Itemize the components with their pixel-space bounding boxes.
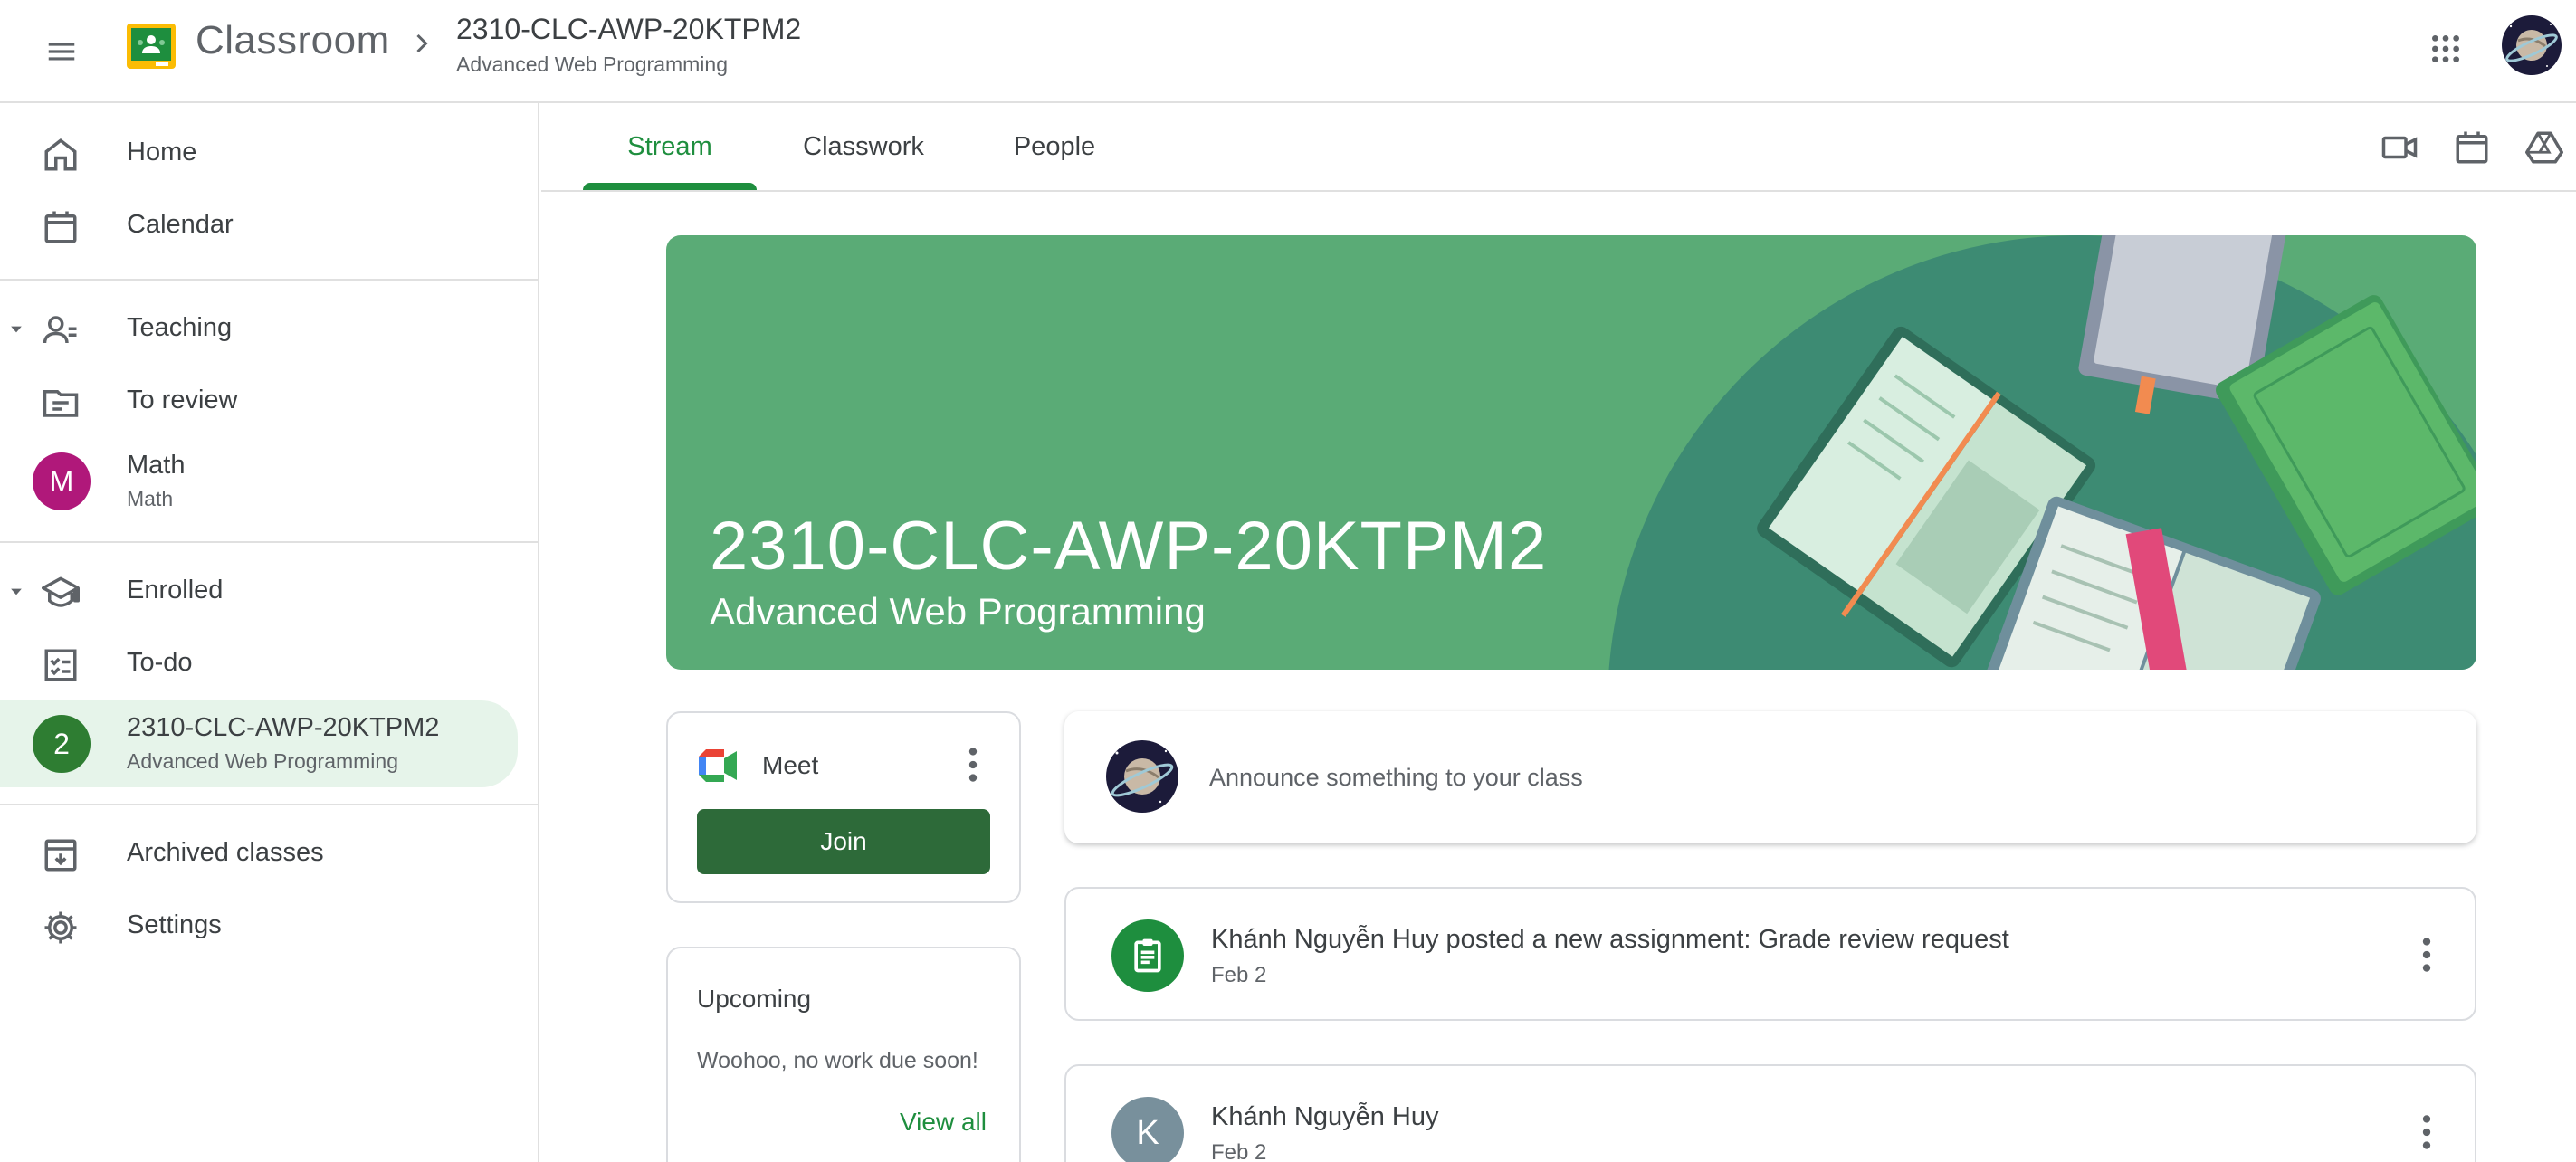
sidebar-class-subtitle: Advanced Web Programming [127,749,398,773]
meet-card: Meet Join [666,711,1021,903]
sidebar-item-label: Teaching [127,313,233,342]
stream-post[interactable]: Khánh Nguyễn Huy posted a new assignment… [1064,887,2476,1021]
sidebar-item-label: To-do [127,648,193,677]
planet-avatar-icon [2502,15,2562,75]
calendar-icon [44,211,77,243]
teaching-people-icon [43,316,77,344]
sidebar-item-calendar[interactable]: Calendar [0,190,518,262]
google-calendar-icon[interactable] [2453,129,2491,167]
chevron-right-icon [416,33,428,53]
sidebar-item-math-class[interactable]: M Math Math [0,438,518,527]
author-avatar: K [1111,1097,1184,1162]
classroom-logo-icon[interactable] [127,24,176,69]
class-tab-bar: Stream Classwork People [541,103,2576,192]
class-banner: 2310-CLC-AWP-20KTPM2 Advanced Web Progra… [666,235,2476,670]
app-title[interactable]: Classroom [196,18,390,63]
folder-review-icon [43,390,79,417]
tab-stream[interactable]: Stream [583,103,757,190]
google-apps-icon [2432,35,2459,62]
sidebar-divider [0,279,539,281]
caret-down-icon[interactable] [7,320,25,338]
tab-classwork[interactable]: Classwork [775,103,952,190]
google-drive-icon[interactable] [2525,129,2563,167]
more-vertical-icon[interactable] [2404,1110,2449,1155]
sidebar-item-label: To review [127,386,238,414]
todo-checklist-icon [44,649,77,681]
sidebar-item-label: Home [127,138,197,167]
view-all-link[interactable]: View all [900,1108,987,1137]
post-author[interactable]: Khánh Nguyễn Huy [1211,1102,1439,1132]
sidebar-item-archived[interactable]: Archived classes [0,818,518,891]
sidebar-class-subtitle: Math [127,487,174,510]
account-avatar[interactable] [2502,15,2562,75]
meet-label: Meet [762,751,819,779]
sidebar-item-label: Archived classes [127,838,324,867]
breadcrumb-class-subtitle: Advanced Web Programming [456,52,728,76]
sidebar-item-label: Calendar [127,210,234,239]
sidebar-item-enrolled[interactable]: Enrolled [0,556,518,628]
assignment-icon [1134,938,1161,973]
more-vertical-icon[interactable] [2404,932,2449,977]
navigation-drawer: Home Calendar Teaching To review M Math … [0,103,539,1162]
sidebar-class-title: 2310-CLC-AWP-20KTPM2 [127,713,440,742]
sidebar-item-awp-class[interactable]: 2 2310-CLC-AWP-20KTPM2 Advanced Web Prog… [0,700,518,787]
google-apps-button[interactable] [2420,24,2471,74]
assignment-icon-wrapper [1111,919,1184,992]
sidebar-item-label: Settings [127,910,222,939]
archive-icon [44,839,77,872]
breadcrumb-class-title[interactable]: 2310-CLC-AWP-20KTPM2 [456,13,801,46]
sidebar-item-todo[interactable]: To-do [0,628,518,700]
class-avatar: 2 [33,715,91,773]
sidebar-item-label: Enrolled [127,576,224,605]
sidebar-class-title: Math [127,451,186,480]
upcoming-card: Upcoming Woohoo, no work due soon! View … [666,947,1021,1162]
hamburger-menu-icon [48,43,75,61]
gear-icon [44,911,77,944]
user-avatar [1106,740,1178,813]
sidebar-item-teaching[interactable]: Teaching [0,293,518,366]
announce-box[interactable]: Announce something to your class [1064,711,2476,843]
top-app-bar: Classroom 2310-CLC-AWP-20KTPM2 Advanced … [0,0,2576,103]
join-meet-button[interactable]: Join [697,809,990,874]
more-vertical-icon[interactable] [950,742,996,787]
sidebar-item-settings[interactable]: Settings [0,891,518,963]
stream-post[interactable]: K Khánh Nguyễn Huy Feb 2 [1064,1064,2476,1162]
sidebar-divider [0,541,539,543]
planet-avatar-icon [1106,740,1178,813]
sidebar-item-to-review[interactable]: To review [0,366,518,438]
announce-placeholder[interactable]: Announce something to your class [1209,764,1583,792]
caret-down-icon[interactable] [7,583,25,601]
post-date: Feb 2 [1211,963,1267,987]
upcoming-empty-message: Woohoo, no work due soon! [697,1048,978,1073]
video-call-icon[interactable] [2380,129,2419,167]
banner-class-title: 2310-CLC-AWP-20KTPM2 [710,508,1548,585]
main-menu-button[interactable] [36,26,87,77]
graduation-cap-icon [42,576,80,607]
tab-people[interactable]: People [979,103,1130,190]
google-meet-icon [699,749,737,782]
home-icon [44,138,77,171]
sidebar-divider [0,804,539,805]
post-date: Feb 2 [1211,1140,1267,1162]
sidebar-item-home[interactable]: Home [0,118,518,190]
post-title[interactable]: Khánh Nguyễn Huy posted a new assignment… [1211,925,2009,955]
banner-class-subtitle: Advanced Web Programming [710,590,1206,633]
upcoming-title: Upcoming [697,985,812,1013]
class-avatar: M [33,452,91,510]
active-tab-indicator [583,183,757,190]
